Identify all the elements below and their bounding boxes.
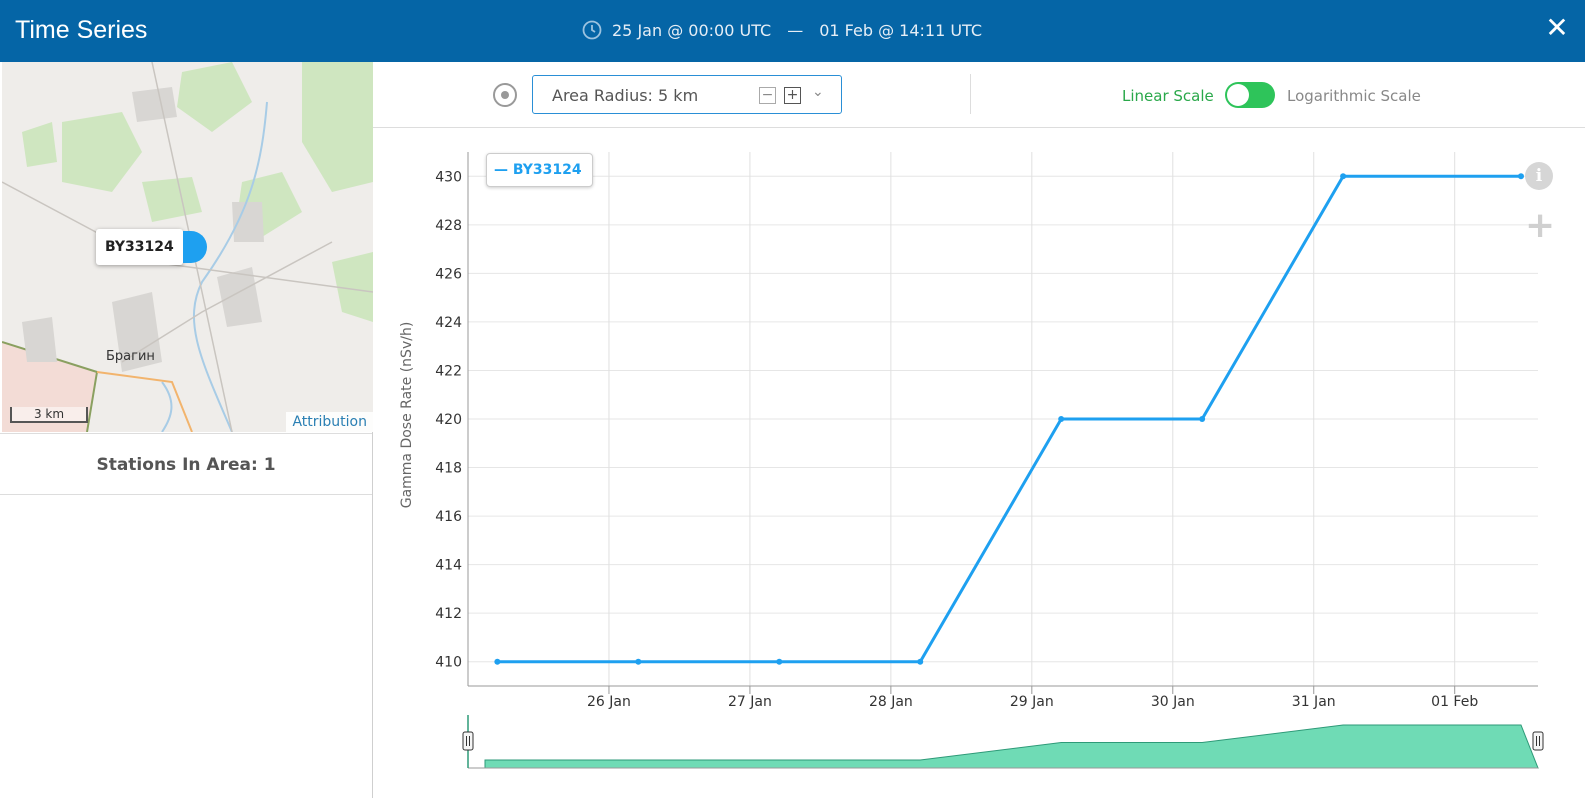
chevron-down-icon[interactable]: ⌄ [812, 84, 824, 100]
y-tick-label: 414 [435, 558, 462, 574]
time-range-separator: — [787, 20, 804, 40]
data-point[interactable] [1340, 173, 1347, 180]
clock-icon [582, 20, 602, 40]
linear-scale-label[interactable]: Linear Scale [1122, 87, 1214, 105]
data-point[interactable] [1518, 173, 1524, 180]
data-point[interactable] [917, 658, 924, 665]
x-tick-label: 30 Jan [1151, 694, 1195, 710]
area-radius-select[interactable]: Area Radius: 5 km − + ⌄ [532, 75, 842, 114]
y-tick-label: 420 [435, 412, 462, 428]
y-axis-label: Gamma Dose Rate (nSv/h) [399, 322, 415, 509]
attribution-link[interactable]: Attribution [286, 412, 373, 432]
y-tick-label: 422 [435, 363, 462, 379]
y-tick-label: 430 [435, 169, 462, 185]
radius-increase-button[interactable]: + [784, 87, 801, 104]
time-series-chart[interactable]: 410 412 414 416 418 420 422 424 426 428 430 26 Jan 2… [373, 129, 1585, 798]
y-tick-label: 416 [435, 509, 462, 525]
time-range-start: 25 Jan @ 00:00 UTC [612, 20, 772, 40]
radius-decrease-button[interactable]: − [759, 87, 776, 104]
close-icon[interactable]: ✕ [1543, 14, 1571, 42]
add-icon[interactable]: + [1525, 208, 1555, 244]
data-point[interactable] [494, 658, 501, 665]
navigator-left-handle[interactable] [462, 731, 474, 751]
map-scale-bar: 3 km [10, 407, 88, 423]
area-radius-label: Area Radius: 5 km [552, 86, 699, 105]
target-icon[interactable] [493, 83, 517, 107]
station-map[interactable]: Брагин BY33124 3 km Attribution [2, 62, 373, 432]
data-point[interactable] [635, 658, 642, 665]
time-range: 25 Jan @ 00:00 UTC — 01 Feb @ 14:11 UTC [582, 20, 982, 40]
x-tick-label: 01 Feb [1431, 694, 1478, 710]
y-tick-label: 412 [435, 606, 462, 622]
y-tick-label: 426 [435, 266, 462, 282]
left-panel: Брагин BY33124 3 km Attribution Stations… [0, 62, 373, 798]
header-bar: Time Series 25 Jan @ 00:00 UTC — 01 Feb … [0, 0, 1585, 62]
chart-toolbar: Area Radius: 5 km − + ⌄ Linear Scale Log… [373, 62, 1585, 128]
time-range-end: 01 Feb @ 14:11 UTC [819, 20, 983, 40]
scale-toggle[interactable] [1225, 82, 1275, 108]
data-point[interactable] [776, 658, 783, 665]
navigator-right-handle[interactable] [1532, 731, 1544, 751]
scale-toggle-knob [1227, 84, 1249, 106]
legend-line-icon: — [494, 162, 508, 178]
x-tick-label: 28 Jan [869, 694, 913, 710]
legend-item-by33124[interactable]: — BY33124 [486, 153, 593, 187]
x-tick-label: 26 Jan [587, 694, 631, 710]
x-tick-label: 27 Jan [728, 694, 772, 710]
y-tick-label: 418 [435, 461, 462, 477]
stations-count: Stations In Area: 1 [0, 433, 372, 495]
toolbar-divider [970, 74, 971, 114]
y-tick-label: 428 [435, 218, 462, 234]
navigator-area [484, 724, 1539, 769]
info-icon[interactable]: i [1525, 162, 1553, 190]
legend-label: BY33124 [512, 162, 582, 178]
x-tick-label: 29 Jan [1010, 694, 1054, 710]
station-map-label[interactable]: BY33124 [96, 229, 183, 265]
data-point[interactable] [1199, 416, 1206, 422]
y-tick-label: 424 [435, 315, 462, 331]
log-scale-label[interactable]: Logarithmic Scale [1287, 87, 1421, 105]
map-town-label: Брагин [106, 349, 155, 364]
data-point[interactable] [1058, 416, 1065, 422]
chart-canvas: 410 412 414 416 418 420 422 424 426 428 430 26 Jan 2… [399, 152, 1544, 769]
y-tick-label: 410 [435, 655, 462, 671]
x-tick-label: 31 Jan [1292, 694, 1336, 710]
page-title: Time Series [15, 16, 148, 44]
